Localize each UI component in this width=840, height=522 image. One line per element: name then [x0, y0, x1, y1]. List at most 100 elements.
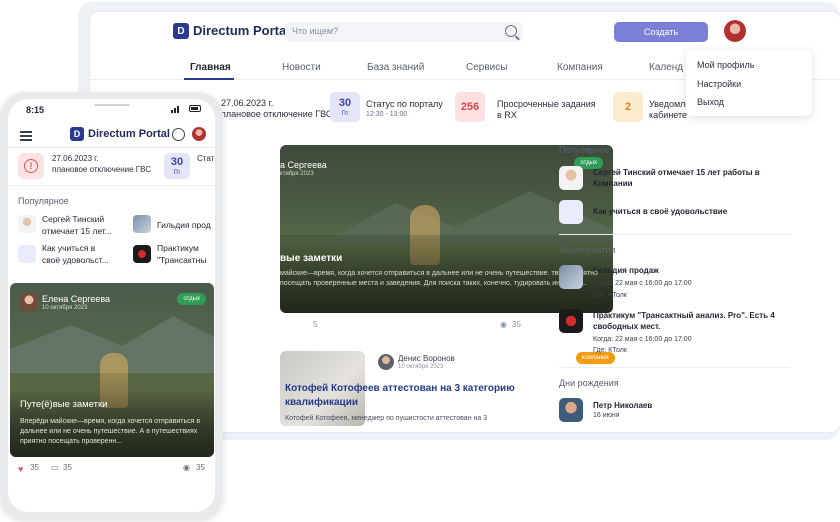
calendar-weekday: Пт [173, 169, 181, 176]
popular-item-anniversary[interactable]: Сергей Тинский отмечает 15 лет работы в … [593, 167, 763, 189]
search-placeholder: Что ищем? [292, 26, 339, 36]
search-input[interactable]: Что ищем? [285, 22, 523, 42]
comments-count: 35 [63, 463, 72, 472]
divider [559, 234, 790, 235]
nav-knowledge-base[interactable]: База знаний [367, 62, 424, 73]
notif-text[interactable]: плановое отключение ГВС [221, 109, 332, 120]
popular-item[interactable]: Сергей Тинский отмечает 15 лет... [42, 213, 128, 237]
event-image[interactable] [559, 265, 583, 289]
card-title[interactable]: вые заметки [280, 253, 342, 264]
divider [8, 185, 215, 186]
popular-title: Популярное [18, 196, 69, 206]
cabinet-tile[interactable]: 2 [613, 92, 643, 122]
brand-name[interactable]: Directum Portal [88, 128, 170, 140]
phone-notch [94, 104, 130, 106]
phone-frame: 8:15 D Directum Portal ! 27.06.2023 г. п… [0, 92, 223, 520]
author-avatar[interactable] [20, 293, 38, 311]
user-avatar[interactable] [192, 127, 206, 141]
views-count: 35 [196, 463, 205, 472]
calendar-tile[interactable]: 30 Пт [330, 92, 360, 122]
popular-item[interactable]: Гильдия прод [157, 219, 215, 231]
card-author[interactable]: Елена Сергеева [42, 294, 110, 304]
comments-count: 5 [313, 320, 318, 329]
search-icon[interactable] [505, 25, 517, 37]
person-avatar[interactable] [18, 215, 36, 233]
popular-item-line1: Сергей Тинский [42, 214, 105, 224]
event-image[interactable] [133, 215, 151, 233]
nav-calendar[interactable]: Календ [649, 62, 683, 73]
popular-item-line2: отмечает 15 лет... [42, 226, 112, 236]
event-image[interactable] [559, 309, 583, 333]
person-avatar[interactable] [559, 398, 583, 422]
event-image[interactable] [133, 245, 151, 263]
status-time: 8:15 [26, 105, 45, 115]
author-avatar[interactable] [378, 354, 394, 370]
card-author[interactable]: а Сергеева [280, 160, 327, 170]
desktop-header: D Directum Portal Что ищем? Создать [90, 12, 840, 54]
post-date: 10 октября 2023 [398, 364, 444, 370]
menu-item-profile[interactable]: Мой профиль [697, 60, 754, 70]
help-icon[interactable] [18, 245, 36, 263]
nav-news[interactable]: Новости [282, 62, 321, 73]
likes-count: 35 [30, 463, 39, 472]
overdue-tile[interactable]: 256 [455, 92, 485, 122]
user-dropdown-menu: Мой профиль Настройки Выход [686, 50, 812, 116]
post-author[interactable]: Денис Воронов [398, 354, 455, 363]
create-button[interactable]: Создать [614, 22, 708, 42]
menu-item-settings[interactable]: Настройки [697, 79, 741, 89]
person-avatar[interactable] [559, 166, 583, 190]
notif-title[interactable]: Стат [197, 154, 214, 163]
card-title[interactable]: Путе(ё)вые заметки [20, 399, 107, 410]
calendar-tile[interactable]: 30 Пт [164, 153, 190, 179]
event-where: Где: КТолк [593, 292, 627, 299]
brand-name[interactable]: Directum Portal [193, 23, 290, 38]
popular-item-line2: своё удовольст... [42, 255, 109, 265]
phone-screen: 8:15 D Directum Portal ! 27.06.2023 г. п… [8, 99, 215, 512]
notif-title[interactable]: Просроченные задания [497, 99, 596, 110]
card-date: 10 октября 2023 [42, 305, 88, 311]
nav-home[interactable]: Главная [190, 62, 231, 73]
birthday-date: 16 июня [593, 412, 620, 419]
signal-icon [177, 106, 179, 113]
calendar-day: 30 [338, 96, 352, 109]
popular-item[interactable]: Практикум "Трансактны [157, 242, 215, 266]
user-avatar[interactable] [724, 20, 746, 42]
notif-title[interactable]: Статус по порталу [366, 99, 443, 110]
calendar-day: 30 [170, 155, 184, 168]
hamburger-menu-icon[interactable] [20, 131, 32, 143]
notif-date: 27.06.2023 г. [52, 154, 99, 163]
nav-company[interactable]: Компания [557, 62, 603, 73]
post-excerpt: Котофей Котофеев, менеджер по пушистости… [285, 415, 488, 422]
nav-services[interactable]: Сервисы [466, 62, 507, 73]
comment-icon[interactable]: ▭ [51, 463, 59, 472]
popular-item-line2: "Трансактны [157, 255, 207, 265]
events-title: Мероприятия [559, 245, 616, 255]
post-title[interactable]: Котофей Котофеев аттестован на 3 категор… [285, 382, 515, 410]
popular-item[interactable]: Как учиться в своё удовольст... [42, 242, 128, 266]
menu-item-logout[interactable]: Выход [697, 97, 724, 107]
popular-item-learning[interactable]: Как учиться в своё удовольствие [593, 206, 763, 217]
divider [559, 367, 790, 368]
cabinet-count: 2 [624, 100, 632, 113]
nav-active-underline [184, 78, 234, 80]
birthday-name[interactable]: Петр Николаев [593, 400, 743, 411]
directum-logo-icon[interactable]: D [173, 23, 189, 39]
event-title[interactable]: Практикум "Трансактный анализ. Pro". Ест… [593, 310, 783, 332]
event-title[interactable]: Гильдия продаж [593, 265, 773, 276]
help-icon[interactable] [559, 200, 583, 224]
divider [8, 147, 215, 148]
calendar-weekday: Пт [341, 110, 349, 117]
alert-tile[interactable]: ! [18, 153, 44, 179]
notif-time: 12:30 - 13:00 [366, 111, 408, 118]
birthdays-title: Дни рождения [559, 378, 619, 388]
views-count: 35 [512, 320, 521, 329]
notif-subtitle: в RX [497, 110, 517, 120]
notif-text[interactable]: плановое отключение ГВС [52, 165, 151, 174]
views-icon: ◉ [183, 463, 190, 472]
directum-logo-icon[interactable]: D [70, 127, 84, 141]
news-card[interactable]: Елена Сергеева 10 октября 2023 отдых Пут… [10, 283, 214, 457]
heart-icon[interactable]: ♥ [18, 464, 23, 474]
search-icon[interactable] [172, 128, 185, 141]
popular-title: Популярное [559, 145, 610, 155]
category-badge[interactable]: отдых [177, 293, 206, 305]
